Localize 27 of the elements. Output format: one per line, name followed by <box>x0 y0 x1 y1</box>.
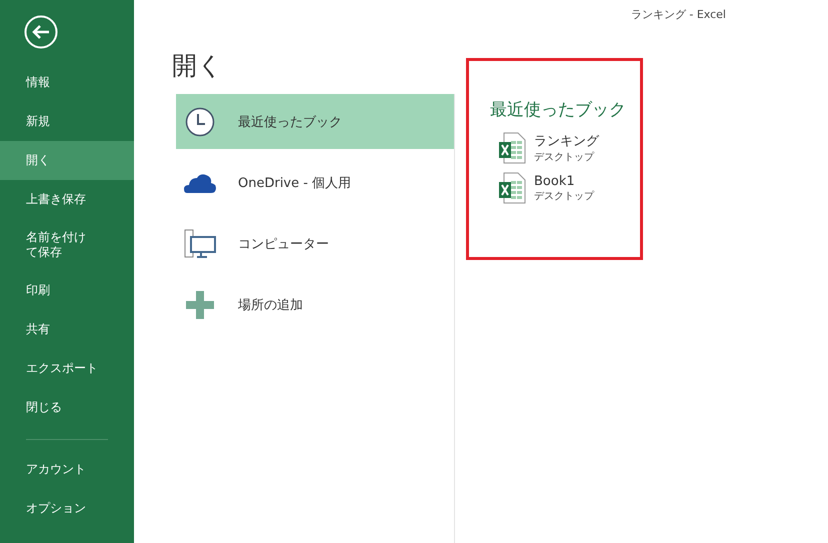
sidebar-item[interactable]: 情報 <box>0 63 134 102</box>
spreadsheet-icon <box>498 172 526 204</box>
spreadsheet-icon <box>498 132 526 164</box>
recent-file[interactable]: Book1 デスクトップ <box>490 169 620 207</box>
recent-file[interactable]: ランキング デスクトップ <box>490 129 620 167</box>
sidebar-item[interactable]: 閉じる <box>0 388 134 427</box>
clock-icon <box>185 106 215 136</box>
sidebar-item[interactable]: 開く <box>0 141 134 180</box>
plus-icon <box>185 290 215 320</box>
sidebar-item[interactable]: 印刷 <box>0 271 134 310</box>
sidebar-item[interactable]: エクスポート <box>0 349 134 388</box>
place-item[interactable]: 場所の追加 <box>176 277 454 332</box>
section-heading: 最近使ったブック <box>490 99 627 121</box>
sidebar-item[interactable]: 名前を付けて保存 <box>0 219 134 271</box>
computer-icon <box>184 228 216 258</box>
sidebar-item[interactable]: 上書き保存 <box>0 180 134 219</box>
sidebar-item[interactable]: アカウント <box>0 450 134 489</box>
window-title: ランキング - Excel <box>630 6 726 22</box>
place-item[interactable]: 最近使ったブック <box>176 94 454 149</box>
place-item[interactable]: コンピューター <box>176 216 454 271</box>
sidebar-item[interactable]: 新規 <box>0 102 134 141</box>
page-title: 開く <box>172 50 224 82</box>
sidebar-item[interactable]: オプション <box>0 489 134 528</box>
cloud-icon <box>184 172 216 192</box>
back-button[interactable] <box>24 15 58 49</box>
place-item[interactable]: OneDrive - 個人用 <box>176 155 454 210</box>
sidebar-item[interactable]: 共有 <box>0 310 134 349</box>
